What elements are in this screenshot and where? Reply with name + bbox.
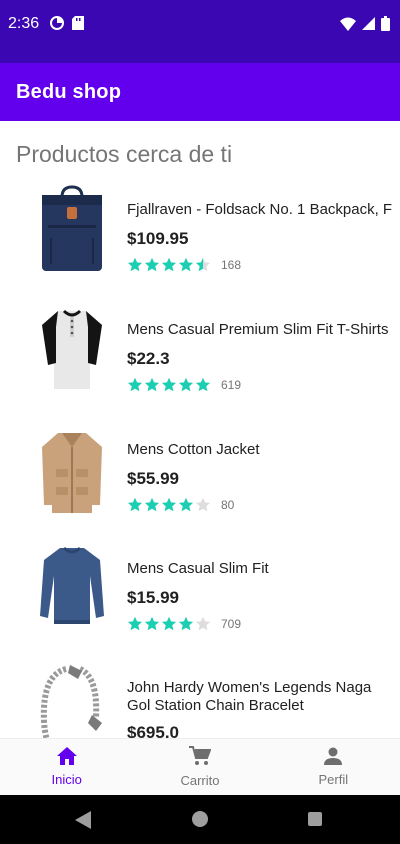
nav-label: Perfil bbox=[318, 772, 349, 787]
star-icon bbox=[195, 497, 211, 513]
product-name: Fjallraven - Foldsack No. 1 Backpack, Fi… bbox=[127, 201, 392, 218]
nav-label: Inicio bbox=[51, 772, 82, 787]
star-icon bbox=[144, 257, 160, 273]
product-item[interactable]: Mens Casual Slim Fit $15.99 709 bbox=[0, 542, 400, 660]
rating-count: 619 bbox=[221, 378, 242, 392]
rating-stars bbox=[127, 497, 211, 513]
nav-item-inicio[interactable]: Inicio bbox=[0, 739, 133, 795]
sweater-image bbox=[36, 542, 108, 642]
star-icon bbox=[178, 257, 194, 273]
app-bar: Bedu shop bbox=[0, 63, 400, 121]
rating-stars bbox=[127, 377, 211, 393]
product-price: $109.95 bbox=[127, 229, 189, 248]
nav-item-perfil[interactable]: Perfil bbox=[267, 739, 400, 795]
backpack-image bbox=[36, 183, 108, 283]
tshirt-image bbox=[36, 303, 108, 403]
nav-item-carrito[interactable]: Carrito bbox=[133, 739, 266, 795]
star-icon bbox=[161, 497, 177, 513]
rating-stars bbox=[127, 257, 211, 273]
star-icon bbox=[178, 616, 194, 632]
wifi-icon bbox=[340, 17, 356, 36]
star-icon bbox=[127, 257, 143, 273]
data-saver-icon bbox=[50, 16, 64, 35]
product-rating: 80 bbox=[127, 497, 234, 513]
product-price: $695.0 bbox=[127, 723, 179, 738]
back-icon[interactable] bbox=[75, 811, 91, 834]
product-item[interactable]: Fjallraven - Foldsack No. 1 Backpack, Fi… bbox=[0, 183, 400, 301]
home-icon bbox=[56, 747, 77, 770]
rating-count: 168 bbox=[221, 258, 242, 272]
status-bar: 2:36 bbox=[0, 0, 400, 63]
star-icon bbox=[178, 377, 194, 393]
section-title: Productos cerca de ti bbox=[16, 141, 233, 167]
bottom-navigation: Inicio Carrito Perfil bbox=[0, 738, 400, 795]
sd-card-icon bbox=[72, 16, 84, 35]
star-icon bbox=[144, 497, 160, 513]
rating-stars bbox=[127, 616, 211, 632]
nav-label: Carrito bbox=[180, 773, 220, 788]
status-time: 2:36 bbox=[8, 15, 40, 32]
app-title: Bedu shop bbox=[16, 81, 122, 103]
rating-count: 709 bbox=[221, 617, 242, 631]
product-item[interactable]: Mens Cotton Jacket $55.99 80 bbox=[0, 423, 400, 541]
product-rating: 619 bbox=[127, 377, 241, 393]
star-icon bbox=[127, 377, 143, 393]
recent-apps-icon[interactable] bbox=[308, 812, 322, 826]
star-icon bbox=[195, 257, 211, 273]
star-icon bbox=[195, 616, 211, 632]
star-icon bbox=[161, 377, 177, 393]
jacket-image bbox=[36, 423, 108, 523]
star-icon bbox=[161, 616, 177, 632]
star-icon bbox=[144, 616, 160, 632]
product-rating: 168 bbox=[127, 257, 241, 273]
person-icon bbox=[324, 747, 343, 770]
product-list-screen[interactable]: Productos cerca de ti Fjallraven - Folds… bbox=[0, 121, 400, 738]
product-item[interactable]: Mens Casual Premium Slim Fit T-Shirts $2… bbox=[0, 303, 400, 421]
cell-signal-icon bbox=[362, 17, 375, 35]
star-icon bbox=[178, 497, 194, 513]
product-name: Mens Casual Slim Fit bbox=[127, 560, 269, 577]
product-name: Mens Casual Premium Slim Fit T-Shirts bbox=[127, 321, 389, 338]
product-name: John Hardy Women's Legends Naga Gol Stat… bbox=[127, 679, 372, 714]
product-rating: 709 bbox=[127, 616, 241, 632]
bracelet-image bbox=[36, 661, 108, 738]
cart-icon bbox=[188, 746, 212, 771]
star-icon bbox=[127, 616, 143, 632]
system-navigation-bar bbox=[0, 795, 400, 844]
star-icon bbox=[161, 257, 177, 273]
star-icon bbox=[195, 377, 211, 393]
star-icon bbox=[127, 497, 143, 513]
home-button-icon[interactable] bbox=[192, 811, 208, 827]
product-name: Mens Cotton Jacket bbox=[127, 441, 260, 458]
product-price: $22.3 bbox=[127, 349, 170, 368]
star-icon bbox=[144, 377, 160, 393]
rating-count: 80 bbox=[221, 498, 235, 512]
battery-icon bbox=[381, 16, 390, 36]
product-price: $15.99 bbox=[127, 588, 179, 607]
product-item[interactable]: John Hardy Women's Legends Naga Gol Stat… bbox=[0, 661, 400, 738]
product-price: $55.99 bbox=[127, 469, 179, 488]
